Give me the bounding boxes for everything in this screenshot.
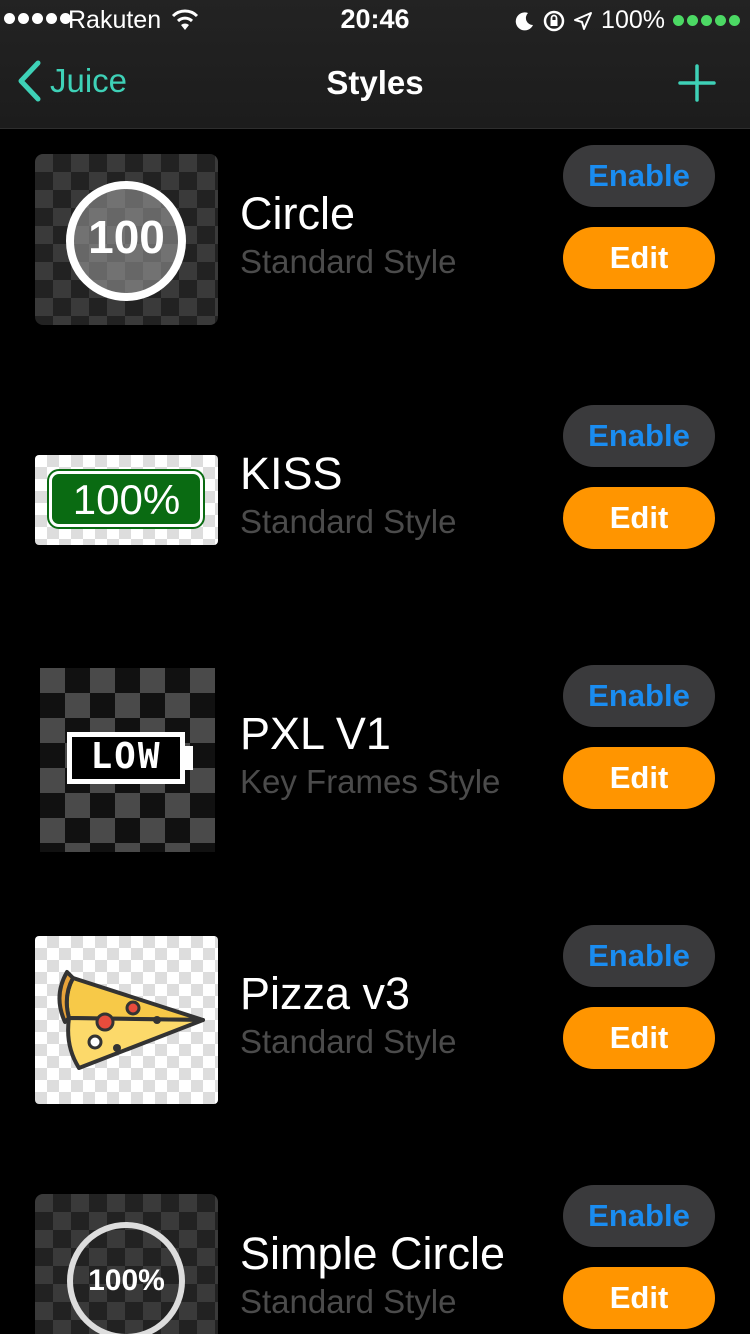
circle-thumbnail: 100 bbox=[35, 154, 218, 325]
page-title: Styles bbox=[326, 64, 424, 101]
enable-button[interactable]: Enable bbox=[563, 1185, 715, 1247]
simple-circle-thumbnail: 100% bbox=[35, 1194, 218, 1334]
moon-icon bbox=[515, 11, 534, 30]
style-name: Pizza v3 bbox=[240, 968, 411, 1019]
style-row-pxl: LOW PXL V1 Key Frames Style Enable Edit bbox=[0, 648, 750, 908]
status-right: 100% bbox=[515, 6, 740, 35]
style-subtitle: Key Frames Style bbox=[240, 763, 501, 800]
status-bar: Rakuten 20:46 100% bbox=[0, 0, 750, 40]
nav-bar: Juice Styles bbox=[0, 40, 750, 128]
style-row-simple-circle: 100% Simple Circle Standard Style Enable… bbox=[0, 1168, 750, 1334]
rotation-lock-icon bbox=[543, 10, 565, 31]
pizza-slice-icon bbox=[57, 970, 205, 1070]
enable-button[interactable]: Enable bbox=[563, 925, 715, 987]
enable-button[interactable]: Enable bbox=[563, 405, 715, 467]
battery-icon bbox=[673, 15, 740, 26]
circle-thumb-text: 100 bbox=[88, 211, 165, 263]
location-arrow-icon bbox=[574, 11, 593, 30]
style-subtitle: Standard Style bbox=[240, 1023, 457, 1060]
simple-circle-thumb-text: 100% bbox=[88, 1264, 165, 1297]
style-row-kiss: 100% KISS Standard Style Enable Edit bbox=[0, 388, 750, 648]
pxl-thumb-text: LOW bbox=[90, 736, 162, 777]
pizza-thumbnail bbox=[35, 936, 218, 1104]
style-name: Circle bbox=[240, 188, 356, 239]
style-row-pizza: Pizza v3 Standard Style Enable Edit bbox=[0, 908, 750, 1168]
pxl-battery-tip bbox=[185, 746, 193, 770]
pxl-thumbnail: LOW bbox=[40, 668, 215, 852]
edit-button[interactable]: Edit bbox=[563, 487, 715, 549]
kiss-thumb-text: 100% bbox=[72, 476, 181, 523]
style-row-circle: 100 Circle Standard Style Enable Edit bbox=[0, 128, 750, 388]
plus-icon[interactable] bbox=[678, 64, 716, 102]
style-name: KISS bbox=[240, 448, 343, 499]
enable-button[interactable]: Enable bbox=[563, 145, 715, 207]
style-subtitle: Standard Style bbox=[240, 243, 457, 280]
enable-button[interactable]: Enable bbox=[563, 665, 715, 727]
top-bar: Rakuten 20:46 100% Juice Styles bbox=[0, 0, 750, 129]
edit-button[interactable]: Edit bbox=[563, 1007, 715, 1069]
style-name: Simple Circle bbox=[240, 1228, 506, 1279]
style-subtitle: Standard Style bbox=[240, 1283, 457, 1320]
edit-button[interactable]: Edit bbox=[563, 1267, 715, 1329]
battery-percent: 100% bbox=[601, 6, 665, 34]
edit-button[interactable]: Edit bbox=[563, 747, 715, 809]
style-subtitle: Standard Style bbox=[240, 503, 457, 540]
style-name: PXL V1 bbox=[240, 708, 391, 759]
edit-button[interactable]: Edit bbox=[563, 227, 715, 289]
kiss-thumbnail: 100% bbox=[35, 455, 218, 545]
